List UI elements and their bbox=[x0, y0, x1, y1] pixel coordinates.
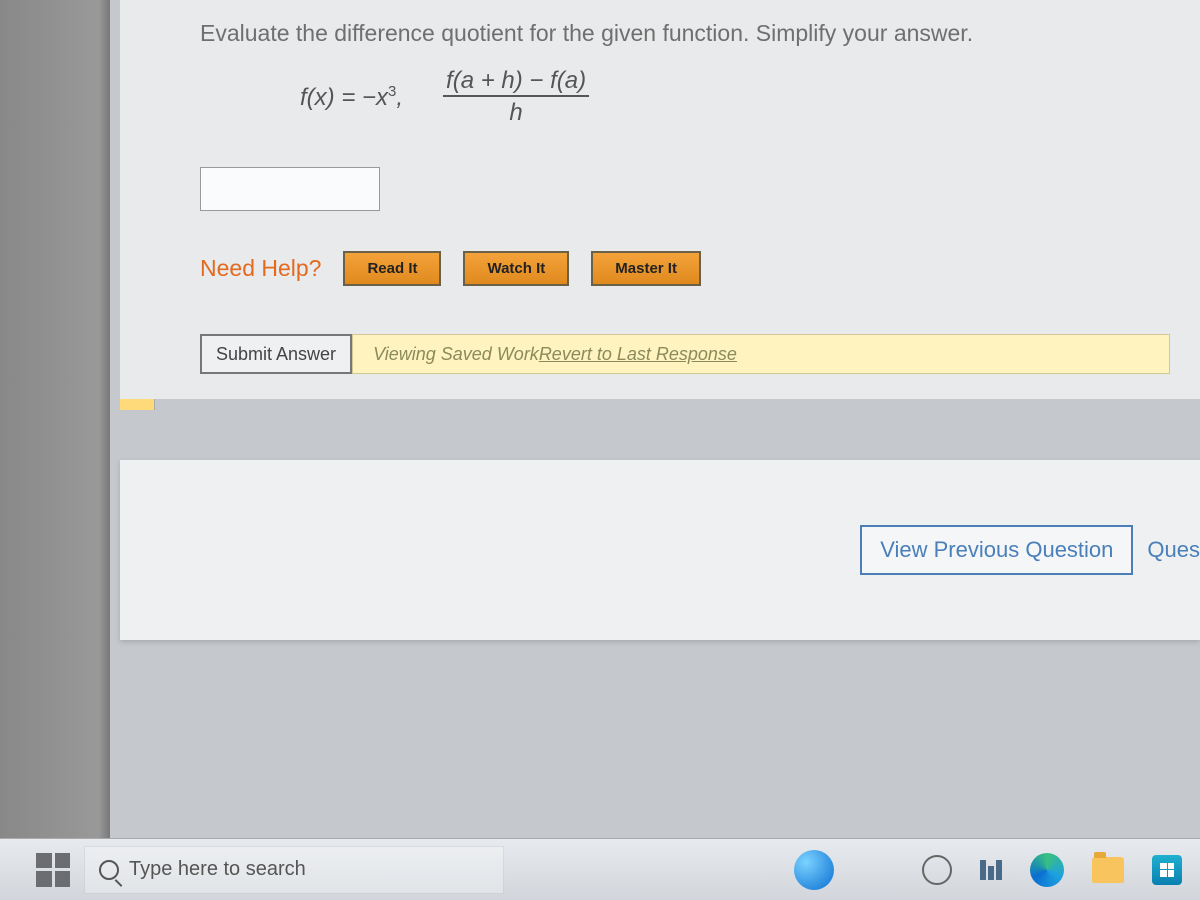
help-row: Need Help? Read It Watch It Master It bbox=[200, 251, 1170, 286]
saved-work-banner: Viewing Saved Work Revert to Last Respon… bbox=[352, 334, 1170, 374]
microsoft-store-icon[interactable] bbox=[1152, 855, 1182, 885]
start-button[interactable] bbox=[36, 853, 70, 887]
function-definition: f(x) = −x3, bbox=[300, 83, 403, 112]
difference-quotient-fraction: f(a + h) − f(a) h bbox=[443, 67, 589, 127]
search-placeholder: Type here to search bbox=[129, 858, 306, 881]
fraction-numerator: f(a + h) − f(a) bbox=[443, 67, 589, 97]
next-question-partial[interactable]: Ques bbox=[1147, 537, 1200, 563]
monitor-bezel bbox=[0, 0, 110, 900]
need-help-label: Need Help? bbox=[200, 255, 321, 282]
fraction-denominator: h bbox=[509, 97, 522, 127]
windows-taskbar: Type here to search bbox=[0, 838, 1200, 900]
submit-answer-button[interactable]: Submit Answer bbox=[200, 334, 352, 374]
read-it-button[interactable]: Read It bbox=[343, 251, 441, 286]
view-previous-question-button[interactable]: View Previous Question bbox=[860, 525, 1133, 575]
news-weather-icon[interactable] bbox=[794, 850, 834, 890]
file-explorer-icon[interactable] bbox=[1092, 857, 1124, 883]
revert-link[interactable]: Revert to Last Response bbox=[539, 344, 737, 365]
question-nav-card: View Previous Question Ques bbox=[120, 460, 1200, 640]
task-view-icon[interactable] bbox=[980, 860, 1002, 880]
answer-input[interactable] bbox=[200, 167, 380, 211]
search-icon bbox=[99, 860, 119, 880]
taskbar-search[interactable]: Type here to search bbox=[84, 846, 504, 894]
question-card: Evaluate the difference quotient for the… bbox=[120, 0, 1200, 399]
question-prompt: Evaluate the difference quotient for the… bbox=[200, 20, 1170, 47]
saved-work-text: Viewing Saved Work bbox=[373, 344, 539, 365]
watch-it-button[interactable]: Watch It bbox=[463, 251, 569, 286]
edge-icon[interactable] bbox=[1030, 853, 1064, 887]
cortana-icon[interactable] bbox=[922, 855, 952, 885]
math-expression: f(x) = −x3, f(a + h) − f(a) h bbox=[300, 67, 1170, 127]
submit-row: Submit Answer Viewing Saved Work Revert … bbox=[200, 334, 1170, 374]
taskbar-icons bbox=[794, 850, 1192, 890]
master-it-button[interactable]: Master It bbox=[591, 251, 701, 286]
